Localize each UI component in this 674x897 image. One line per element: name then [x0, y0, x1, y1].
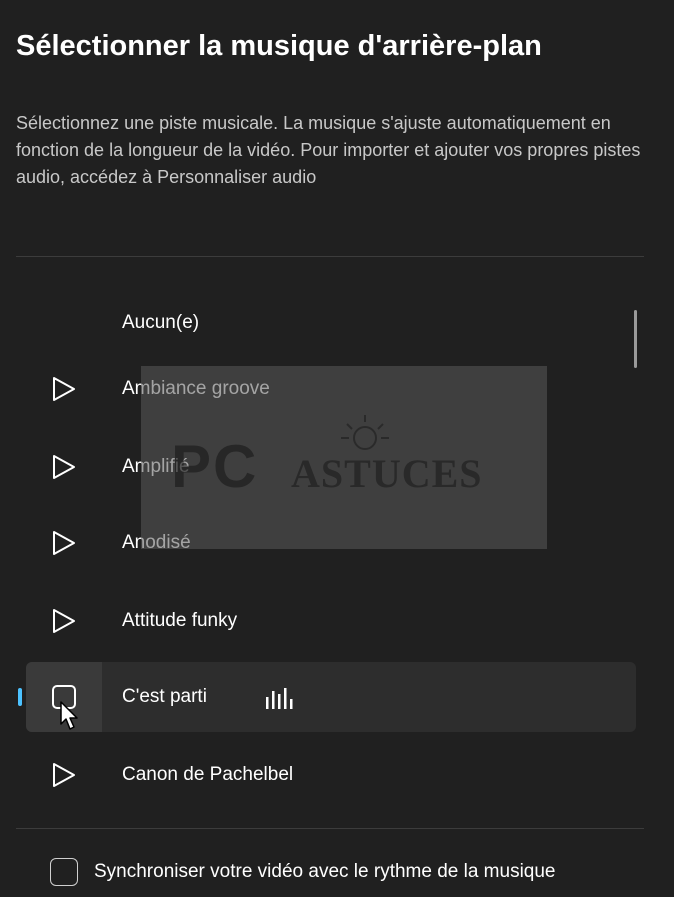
track-label: Aucun(e)	[122, 312, 200, 333]
play-icon[interactable]	[48, 606, 78, 636]
music-track-list[interactable]: Aucun(e) Ambiance groove Amplifié Anodis…	[0, 280, 660, 810]
divider	[16, 256, 644, 257]
track-row-attitude-funky[interactable]: Attitude funky	[26, 586, 636, 656]
sync-label: Synchroniser votre vidéo avec le rythme …	[94, 861, 556, 882]
play-icon[interactable]	[48, 452, 78, 482]
track-row-ambiance-groove[interactable]: Ambiance groove	[26, 354, 636, 424]
play-icon[interactable]	[48, 374, 78, 404]
selection-indicator	[18, 688, 22, 706]
track-row-canon-de-pachelbel[interactable]: Canon de Pachelbel	[26, 740, 636, 810]
dialog-title: Sélectionner la musique d'arrière-plan	[16, 30, 542, 62]
track-row-aucun[interactable]: Aucun(e)	[26, 288, 636, 358]
mouse-cursor-icon	[60, 701, 78, 730]
track-label: C'est parti	[122, 686, 207, 707]
track-row-anodise[interactable]: Anodisé	[26, 508, 636, 578]
track-label: Amplifié	[122, 456, 190, 477]
track-label: Anodisé	[122, 532, 191, 553]
play-icon[interactable]	[48, 760, 78, 790]
track-row-amplifie[interactable]: Amplifié	[26, 432, 636, 502]
scrollbar-thumb[interactable]	[634, 310, 637, 368]
play-icon[interactable]	[48, 528, 78, 558]
background-music-dialog: Sélectionner la musique d'arrière-plan S…	[0, 0, 674, 897]
track-label: Ambiance groove	[122, 378, 270, 399]
divider	[16, 828, 644, 829]
track-row-cest-parti[interactable]: C'est parti	[18, 662, 636, 732]
sync-checkbox[interactable]	[50, 858, 78, 886]
track-label: Canon de Pachelbel	[122, 764, 294, 785]
dialog-description: Sélectionnez une piste musicale. La musi…	[16, 113, 641, 187]
equalizer-icon	[266, 688, 293, 709]
track-label: Attitude funky	[122, 610, 238, 631]
stop-button[interactable]	[26, 662, 102, 732]
